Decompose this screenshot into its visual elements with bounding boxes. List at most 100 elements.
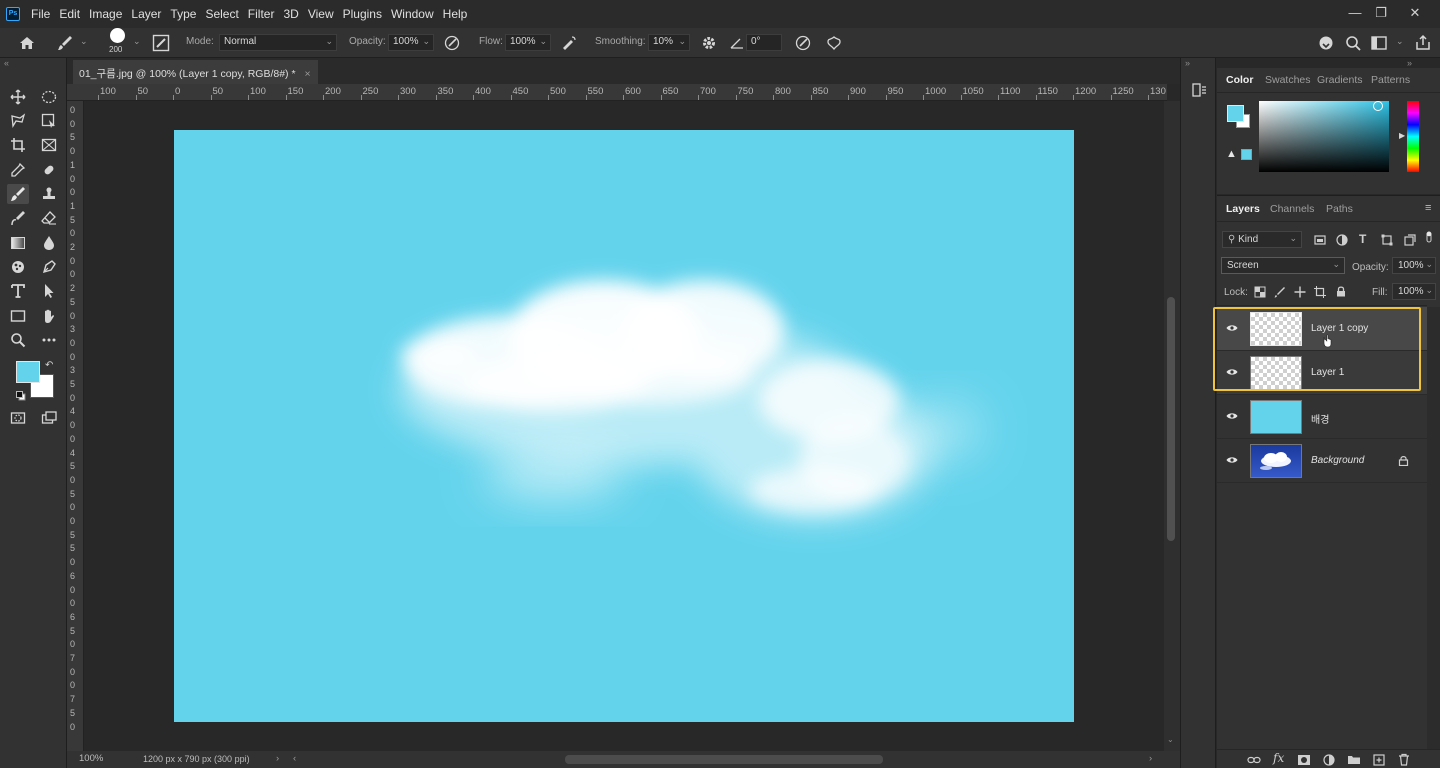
lock-transparent-icon[interactable] bbox=[1254, 286, 1266, 298]
crop-tool-icon[interactable] bbox=[7, 135, 29, 155]
gear-icon[interactable] bbox=[700, 34, 718, 52]
brush-size-chevron-icon[interactable]: ⌄ bbox=[133, 36, 141, 47]
zoom-level[interactable]: 100% bbox=[79, 753, 103, 764]
restore-icon[interactable]: ❐ bbox=[1373, 5, 1389, 21]
healing-brush-tool-icon[interactable] bbox=[38, 160, 60, 180]
screen-mode-icon[interactable] bbox=[38, 408, 60, 428]
color-picker-cursor[interactable] bbox=[1373, 101, 1383, 111]
expand-dock-icon[interactable]: » bbox=[1185, 58, 1190, 68]
layer-thumbnail[interactable] bbox=[1250, 444, 1302, 478]
share-icon[interactable] bbox=[1414, 34, 1432, 52]
menu-3d[interactable]: 3D bbox=[283, 7, 298, 21]
clone-stamp-tool-icon[interactable] bbox=[38, 184, 60, 204]
menu-window[interactable]: Window bbox=[391, 7, 434, 21]
eraser-tool-icon[interactable] bbox=[38, 208, 60, 228]
menu-plugins[interactable]: Plugins bbox=[343, 7, 382, 21]
new-group-icon[interactable] bbox=[1347, 755, 1361, 765]
workspace-chevron-icon[interactable]: ⌄ bbox=[1396, 36, 1404, 47]
scroll-right-icon[interactable]: › bbox=[1149, 753, 1152, 764]
dodge-tool-icon[interactable] bbox=[7, 257, 29, 277]
menu-layer[interactable]: Layer bbox=[131, 7, 161, 21]
add-mask-icon[interactable] bbox=[1297, 754, 1311, 766]
tab-swatches[interactable]: Swatches bbox=[1265, 74, 1311, 86]
layer-thumbnail[interactable] bbox=[1250, 400, 1302, 434]
menu-type[interactable]: Type bbox=[170, 7, 196, 21]
tab-paths[interactable]: Paths bbox=[1326, 203, 1353, 215]
opacity-field[interactable]: 100% ⌄ bbox=[388, 34, 434, 51]
status-menu-icon[interactable]: › bbox=[276, 753, 279, 764]
default-colors-icon[interactable] bbox=[16, 391, 26, 401]
eye-icon[interactable] bbox=[1226, 454, 1238, 466]
tab-patterns[interactable]: Patterns bbox=[1371, 74, 1410, 86]
object-selection-tool-icon[interactable] bbox=[38, 111, 60, 131]
mode-select[interactable]: Normal ⌄ bbox=[219, 34, 337, 51]
brush-preset-icon[interactable] bbox=[56, 34, 74, 52]
flow-field[interactable]: 100% ⌄ bbox=[505, 34, 551, 51]
zoom-tool-icon[interactable] bbox=[7, 330, 29, 350]
workspace-icon[interactable] bbox=[1370, 34, 1388, 52]
pressure-opacity-icon[interactable] bbox=[443, 34, 461, 52]
layer-opacity-field[interactable]: 100% ⌄ bbox=[1392, 257, 1436, 274]
vertical-scrollbar-thumb[interactable] bbox=[1167, 297, 1175, 541]
blur-tool-icon[interactable] bbox=[38, 233, 60, 253]
search-icon[interactable] bbox=[1344, 34, 1362, 52]
collapse-toolbar-icon[interactable]: « bbox=[4, 58, 9, 68]
link-layers-icon[interactable] bbox=[1247, 754, 1261, 766]
swap-colors-icon[interactable]: ↶ bbox=[45, 360, 53, 371]
menu-file[interactable]: File bbox=[31, 7, 50, 21]
menu-select[interactable]: Select bbox=[205, 7, 238, 21]
close-icon[interactable]: ✕ bbox=[1407, 5, 1423, 21]
menu-filter[interactable]: Filter bbox=[248, 7, 275, 21]
foreground-color-swatch[interactable] bbox=[1227, 105, 1244, 122]
lock-position-icon[interactable] bbox=[1294, 286, 1306, 298]
layers-scrollbar[interactable] bbox=[1427, 307, 1440, 749]
new-layer-icon[interactable] bbox=[1373, 754, 1385, 766]
close-tab-icon[interactable]: × bbox=[304, 68, 310, 80]
eyedropper-tool-icon[interactable] bbox=[7, 160, 29, 180]
document-tab[interactable]: 01_구름.jpg @ 100% (Layer 1 copy, RGB/8#) … bbox=[73, 60, 318, 84]
lock-all-icon[interactable] bbox=[1335, 285, 1347, 297]
lock-image-pixels-icon[interactable] bbox=[1274, 286, 1286, 298]
minimize-icon[interactable]: — bbox=[1347, 5, 1363, 21]
tab-channels[interactable]: Channels bbox=[1270, 203, 1314, 215]
scroll-left-icon[interactable]: ‹ bbox=[293, 753, 296, 764]
hue-slider-marker-icon[interactable]: ▶ bbox=[1399, 131, 1405, 140]
blend-mode-select[interactable]: Screen ⌄ bbox=[1221, 257, 1345, 274]
scroll-down-icon[interactable]: ⌄ bbox=[1167, 735, 1174, 744]
filter-toggle-icon[interactable] bbox=[1425, 230, 1433, 244]
tab-gradients[interactable]: Gradients bbox=[1317, 74, 1363, 86]
menu-edit[interactable]: Edit bbox=[59, 7, 80, 21]
eye-icon[interactable] bbox=[1226, 410, 1238, 422]
hand-tool-icon[interactable] bbox=[38, 306, 60, 326]
gradient-tool-icon[interactable] bbox=[7, 233, 29, 253]
menu-image[interactable]: Image bbox=[89, 7, 122, 21]
history-panel-icon[interactable] bbox=[1190, 81, 1208, 99]
vertical-scrollbar[interactable]: ⌄ bbox=[1164, 101, 1180, 751]
airbrush-icon[interactable] bbox=[560, 34, 578, 52]
brush-tool-icon[interactable] bbox=[7, 184, 29, 204]
lock-artboard-icon[interactable] bbox=[1314, 286, 1326, 298]
home-icon[interactable] bbox=[18, 34, 36, 52]
type-tool-icon[interactable] bbox=[7, 281, 29, 301]
smoothing-field[interactable]: 10% ⌄ bbox=[648, 34, 690, 51]
symmetry-icon[interactable] bbox=[825, 34, 843, 52]
filter-type-icon[interactable]: T bbox=[1359, 232, 1366, 246]
frame-tool-icon[interactable] bbox=[38, 135, 60, 155]
horizontal-scrollbar-thumb[interactable] bbox=[565, 755, 883, 764]
filter-pixel-icon[interactable] bbox=[1314, 234, 1326, 246]
tab-layers[interactable]: Layers bbox=[1226, 203, 1260, 215]
filter-smart-object-icon[interactable] bbox=[1404, 234, 1416, 246]
menu-view[interactable]: View bbox=[308, 7, 334, 21]
foreground-color-swatch[interactable] bbox=[16, 361, 40, 383]
filter-shape-icon[interactable] bbox=[1381, 234, 1393, 246]
history-brush-tool-icon[interactable] bbox=[7, 208, 29, 228]
brush-preset-chevron-icon[interactable]: ⌄ bbox=[80, 36, 88, 47]
delete-layer-icon[interactable] bbox=[1398, 753, 1410, 766]
color-field[interactable] bbox=[1259, 101, 1389, 172]
angle-field[interactable]: 0° bbox=[746, 34, 782, 51]
more-tools-icon[interactable] bbox=[38, 330, 60, 350]
quick-mask-icon[interactable] bbox=[7, 408, 29, 428]
marquee-tool-icon[interactable] bbox=[38, 87, 60, 107]
cloud-document-icon[interactable] bbox=[1317, 34, 1335, 52]
lasso-tool-icon[interactable] bbox=[7, 111, 29, 131]
